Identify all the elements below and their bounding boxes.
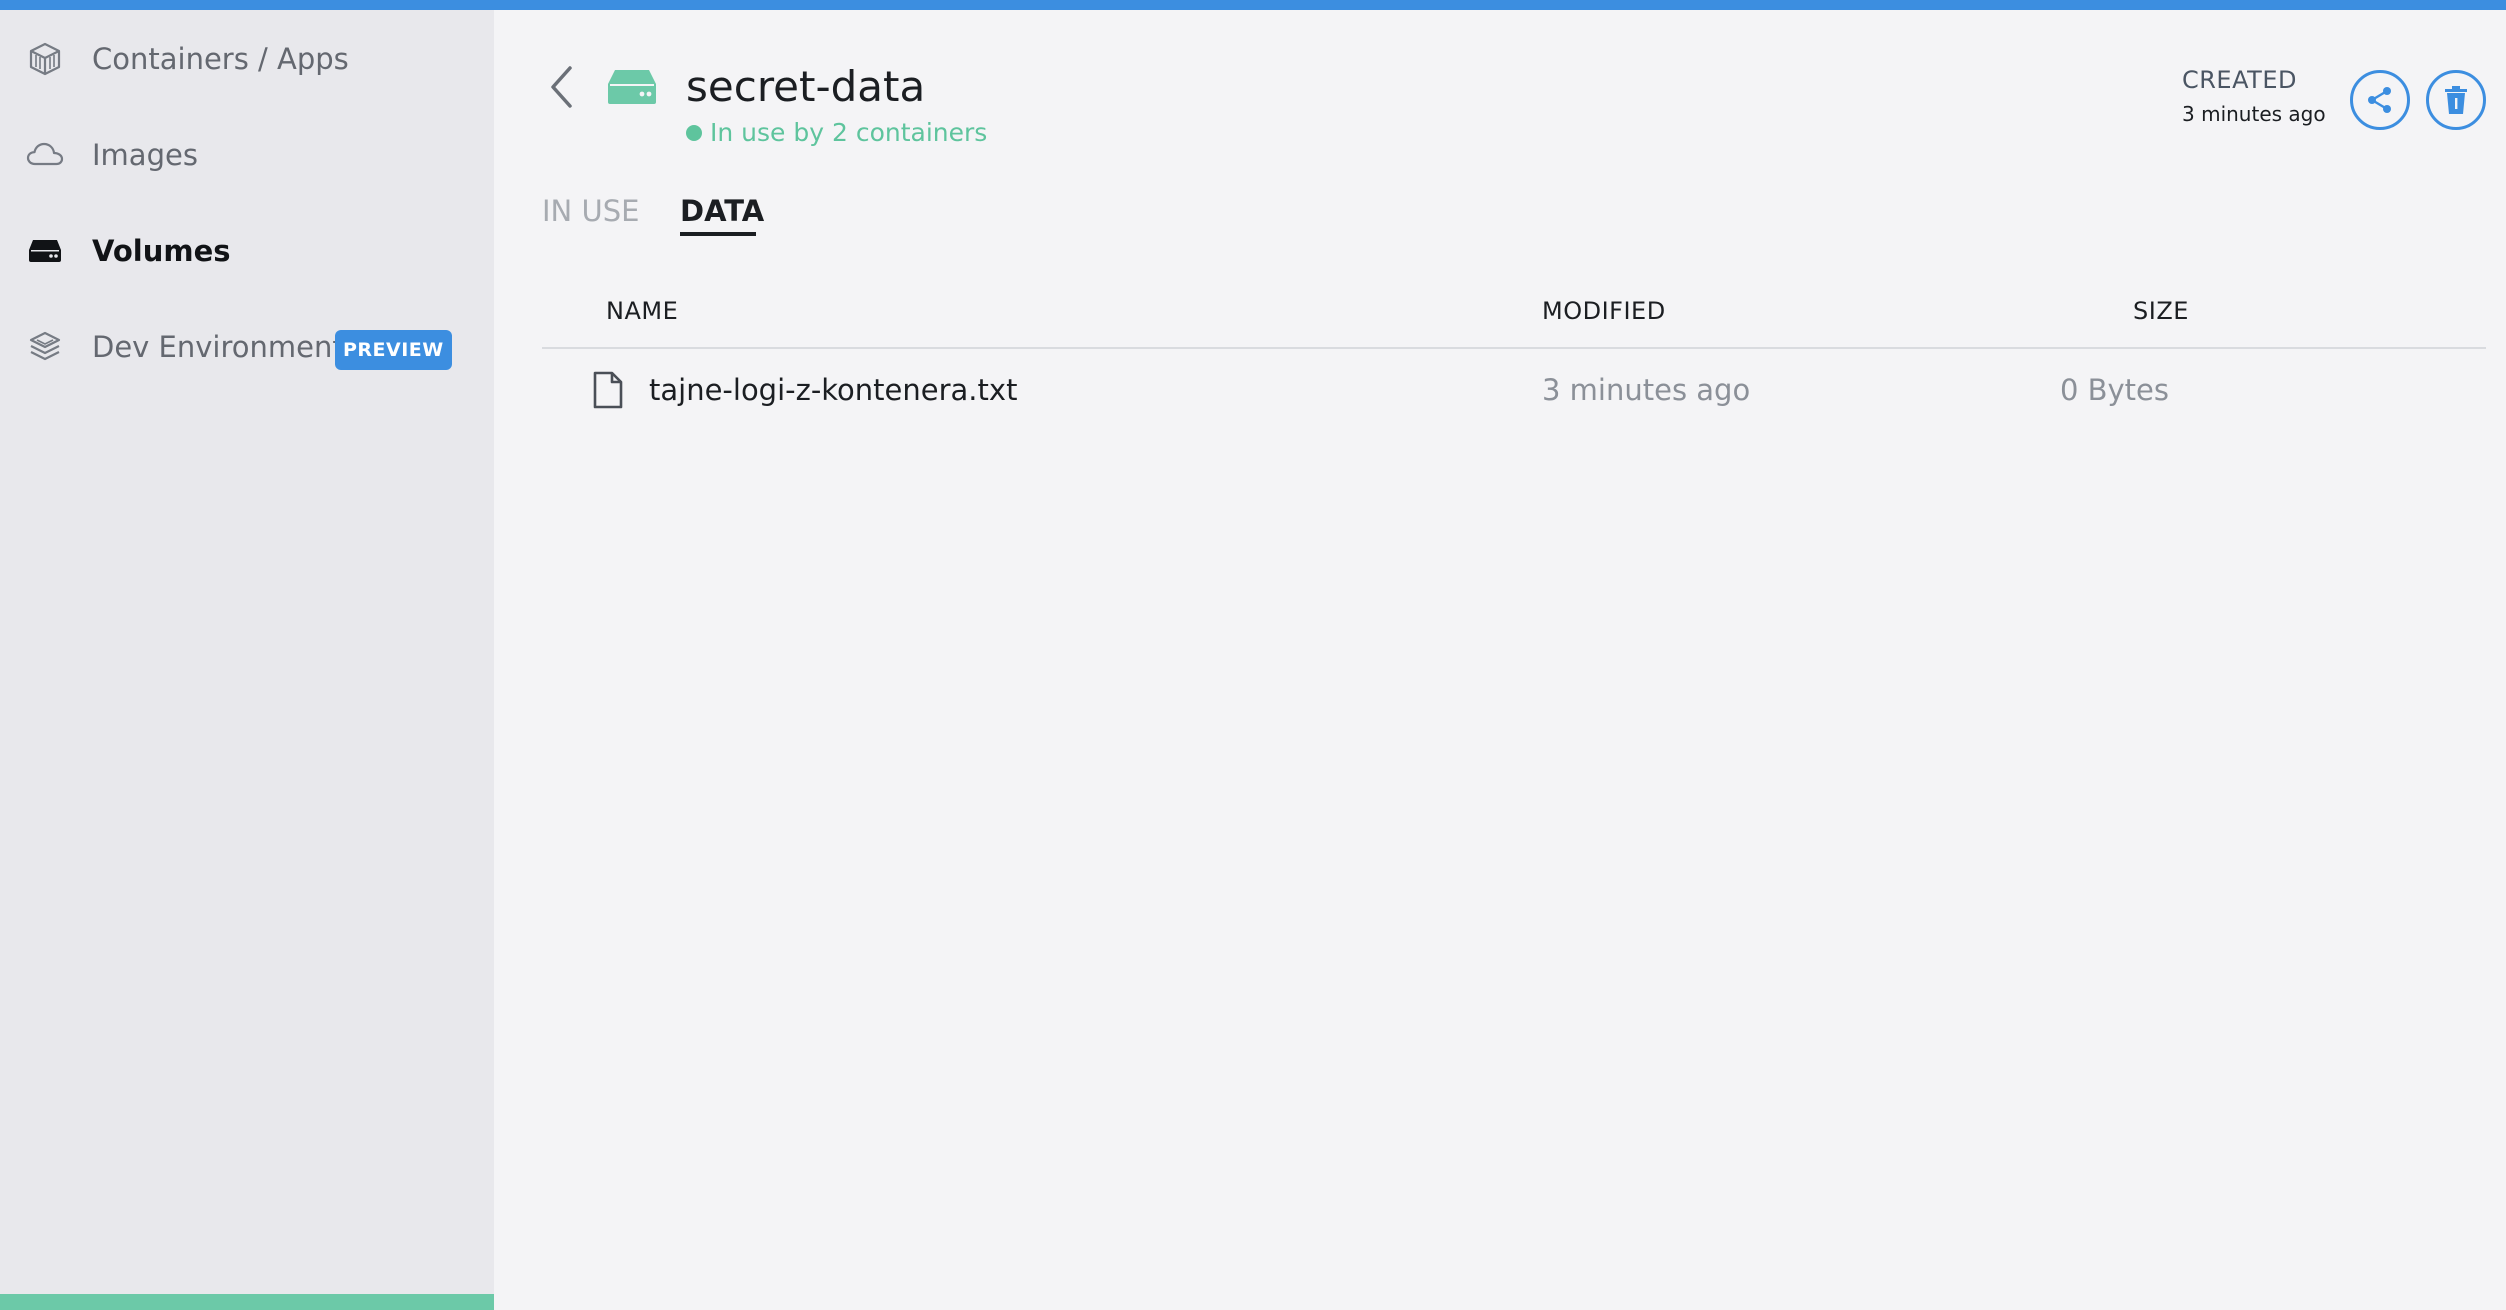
cloud-icon xyxy=(26,136,64,174)
volume-drive-icon xyxy=(608,70,656,104)
status-dot-icon xyxy=(686,124,702,141)
back-button[interactable] xyxy=(544,62,578,112)
volume-status: In use by 2 containers xyxy=(686,118,987,147)
tab-in-use[interactable]: IN USE xyxy=(542,194,639,228)
file-icon xyxy=(593,371,623,409)
status-text: In use by 2 containers xyxy=(710,118,988,147)
file-modified: 3 minutes ago xyxy=(1542,373,1751,407)
tab-data[interactable]: DATA xyxy=(680,194,764,228)
created-info: CREATED 3 minutes ago xyxy=(2182,66,2342,126)
created-value: 3 minutes ago xyxy=(2182,102,2326,126)
top-accent-bar xyxy=(0,0,2506,10)
share-icon xyxy=(2368,87,2391,113)
sidebar-item-images[interactable]: Images xyxy=(0,120,494,190)
hard-drive-icon xyxy=(26,232,64,270)
column-header-name[interactable]: NAME xyxy=(606,297,678,325)
sidebar: Containers / Apps Images Volumes Dev Env… xyxy=(0,10,494,1310)
created-label: CREATED xyxy=(2182,66,2297,94)
active-tab-indicator xyxy=(680,232,756,236)
sidebar-item-volumes[interactable]: Volumes xyxy=(0,216,494,286)
preview-badge: PREVIEW xyxy=(335,330,452,370)
share-button[interactable] xyxy=(2350,70,2410,130)
table-header-divider xyxy=(542,347,2486,349)
file-name[interactable]: tajne-logi-z-kontenera.txt xyxy=(649,373,1017,407)
column-header-modified[interactable]: MODIFIED xyxy=(1542,297,1666,325)
container-cube-icon xyxy=(26,40,64,78)
sidebar-item-label: Volumes xyxy=(92,234,231,268)
sidebar-item-label: Dev Environments xyxy=(92,330,359,364)
chevron-left-icon xyxy=(551,66,572,108)
file-size: 0 Bytes xyxy=(2059,373,2169,407)
sidebar-item-containers-apps[interactable]: Containers / Apps xyxy=(0,24,494,94)
table-row[interactable]: tajne-logi-z-kontenera.txt 3 minutes ago… xyxy=(542,355,2486,425)
layers-cube-icon xyxy=(26,328,64,366)
main-content: secret-data In use by 2 containers CREAT… xyxy=(494,10,2506,1310)
trash-icon xyxy=(2445,86,2467,114)
column-header-size[interactable]: SIZE xyxy=(2133,297,2189,325)
page-title: secret-data xyxy=(686,62,926,111)
sidebar-item-dev-environments[interactable]: Dev Environments PREVIEW xyxy=(0,312,494,382)
delete-button[interactable] xyxy=(2426,70,2486,130)
sidebar-item-label: Containers / Apps xyxy=(92,42,349,76)
sidebar-item-label: Images xyxy=(92,138,198,172)
sidebar-status-footer xyxy=(0,1294,494,1310)
